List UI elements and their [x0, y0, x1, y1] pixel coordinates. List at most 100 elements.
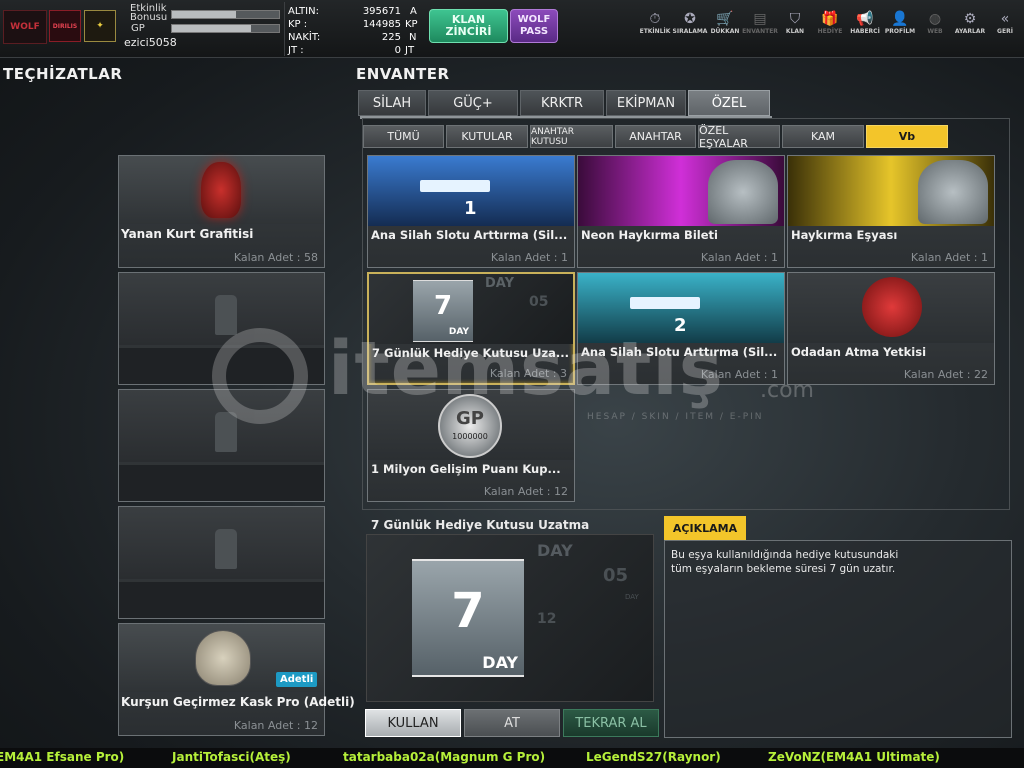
- thumb-day-label: DAY: [485, 276, 515, 291]
- inventory-item[interactable]: 1 Ana Silah Slotu Arttırma (Sil... Kalan A…: [367, 155, 575, 268]
- nav-icon: ◍: [928, 11, 942, 27]
- inventory-item[interactable]: 2 Ana Silah Slotu Arttırma (Sil... Kalan A…: [577, 272, 785, 385]
- klan-zinciri-button[interactable]: KLAN ZİNCİRİ: [429, 9, 508, 43]
- nav-item-6[interactable]: 🎁 HEDİYE: [812, 10, 848, 42]
- gold-unit: A: [410, 6, 417, 17]
- equipment-slot[interactable]: [118, 389, 325, 502]
- gp-coin-icon: GP 1000000: [438, 394, 502, 458]
- inventory-item[interactable]: Neon Haykırma Bileti Kalan Adet : 1: [577, 155, 785, 268]
- nav-item-4[interactable]: ▤ ENVANTER: [742, 10, 778, 42]
- slot-image: Adetli: [119, 624, 324, 692]
- subtab-2[interactable]: KUTULAR: [446, 125, 528, 148]
- spray-can-icon: [215, 295, 237, 335]
- nav-item-7[interactable]: 📢 HABERCİ: [847, 10, 883, 42]
- nav-item-2[interactable]: ✪ SIRALAMA: [672, 10, 708, 42]
- item-name: 7 Günlük Hediye Kutusu Uza...: [372, 346, 570, 360]
- nav-label: HEDİYE: [817, 28, 843, 35]
- nav-item-10[interactable]: ⚙ AYARLAR: [952, 10, 988, 42]
- preview-day-card: 7 DAY: [412, 559, 524, 677]
- nav-label: KLAN: [785, 28, 805, 35]
- soldier-icon: [708, 160, 778, 224]
- slot-name: Kurşun Geçirmez Kask Pro (Adetli): [121, 695, 355, 709]
- item-quantity: Kalan Adet : 12: [483, 485, 568, 498]
- rifle-icon: [420, 180, 490, 192]
- tab-4[interactable]: EKİPMAN: [606, 90, 686, 116]
- item-name: Haykırma Eşyası: [791, 228, 898, 242]
- item-name: 1 Milyon Gelişim Puanı Kup...: [371, 462, 561, 476]
- description-text-1: Bu eşya kullanıldığında hediye kutusunda…: [671, 549, 899, 561]
- slot-image: [119, 390, 324, 462]
- item-quantity: Kalan Adet : 3: [489, 367, 567, 380]
- tab-5[interactable]: ÖZEL: [688, 90, 770, 116]
- nav-icon: 📢: [856, 11, 874, 27]
- preview-bg-05: 05: [603, 565, 629, 586]
- item-quantity: Kalan Adet : 1: [700, 368, 778, 381]
- equipment-slot[interactable]: Adetli Kurşun Geçirmez Kask Pro (Adetli) K…: [118, 623, 355, 736]
- thumb-sub: DAY: [448, 327, 469, 337]
- nav-item-8[interactable]: 👤 PROFİLM: [882, 10, 918, 42]
- clan-emblem[interactable]: DIRILIS: [49, 10, 81, 42]
- wolf-pass-button[interactable]: WOLF PASS: [510, 9, 558, 43]
- equipment-slot[interactable]: [118, 506, 325, 619]
- rebuy-button[interactable]: TEKRAR AL: [563, 709, 659, 737]
- item-name: Ana Silah Slotu Arttırma (Sil...: [581, 345, 778, 359]
- weapon-slot-icon: 2: [578, 273, 784, 343]
- nav-label: GERİ: [997, 28, 1013, 35]
- inventory-item[interactable]: DAY 05 7 DAY 7 Günlük Hediye Kutusu Uza... Ka…: [367, 272, 575, 385]
- subtab-1[interactable]: TÜMÜ: [363, 125, 444, 148]
- use-button[interactable]: KULLAN: [365, 709, 461, 737]
- nav-icon: ⛉: [789, 11, 801, 27]
- equipment-slot[interactable]: Yanan Kurt Grafitisi Kalan Adet : 58: [118, 155, 325, 268]
- detail-title: 7 Günlük Hediye Kutusu Uzatma: [371, 518, 590, 532]
- description-header: AÇIKLAMA: [664, 516, 746, 540]
- inventory-item[interactable]: Haykırma Eşyası Kalan Adet : 1: [787, 155, 995, 268]
- slot-footer: [119, 582, 324, 618]
- subtab-5[interactable]: ÖZEL EŞYALAR: [698, 124, 780, 150]
- gold-value: 395671: [362, 6, 401, 17]
- count-tag: Adetli: [276, 672, 318, 687]
- slot-quantity: Kalan Adet : 12: [233, 719, 318, 732]
- soldier-icon: [918, 160, 988, 224]
- nav-item-5[interactable]: ⛉ KLAN: [777, 10, 813, 42]
- subtab-3[interactable]: ANAHTAR KUTUSU: [530, 125, 613, 148]
- subtab-7[interactable]: Vb: [866, 125, 948, 148]
- nav-icon: ✪: [684, 11, 696, 27]
- detail-preview: DAY 05 DAY 12 7 DAY: [366, 534, 654, 702]
- coin-value-label: 1000000: [452, 432, 488, 441]
- tab-2[interactable]: GÜÇ+: [428, 90, 518, 116]
- nav-label: HABERCİ: [850, 28, 880, 35]
- rank-insignia-icon: ✦: [84, 10, 116, 42]
- gold-label: ALTIN:: [288, 6, 319, 17]
- currency-panel: ALTIN: 395671 A KP : 144985 KP NAKİT: 22…: [284, 2, 424, 56]
- gp-bar: [171, 24, 280, 33]
- nav-item-1[interactable]: ⏱ ETKİNLİK: [637, 10, 673, 42]
- inventory-item[interactable]: Odadan Atma Yetkisi Kalan Adet : 22: [787, 272, 995, 385]
- nav-icon: ▤: [753, 11, 767, 27]
- nav-label: DÜKKAN: [710, 28, 740, 35]
- preview-bg-day: DAY: [537, 541, 573, 560]
- tab-3[interactable]: KRKTR: [520, 90, 604, 116]
- description-text-2: tüm eşyaların bekleme süresi 7 gün uzatı…: [671, 563, 896, 575]
- subtab-4[interactable]: ANAHTAR: [615, 125, 696, 148]
- kp-value: 144985: [362, 19, 401, 30]
- subtab-6[interactable]: KAM: [782, 125, 864, 148]
- jt-unit: JT: [405, 45, 415, 56]
- slot-footer: [119, 348, 324, 384]
- event-bonus-bar: [171, 10, 280, 19]
- preview-bg-day-small: DAY: [625, 593, 639, 601]
- nav-item-9[interactable]: ◍ WEB: [917, 10, 953, 42]
- inventory-item[interactable]: GP 1000000 1 Milyon Gelişim Puanı Kup... Ka…: [367, 389, 575, 502]
- nav-item-11[interactable]: «GERİ: [987, 10, 1023, 42]
- slot-number: 2: [674, 315, 687, 336]
- equipment-slot[interactable]: [118, 272, 325, 385]
- item-name: Neon Haykırma Bileti: [581, 228, 718, 242]
- tab-1[interactable]: SİLAH: [358, 90, 426, 116]
- throw-button[interactable]: AT: [464, 709, 560, 737]
- nav-item-3[interactable]: 🛒 DÜKKAN: [707, 10, 743, 42]
- nav-icon: ⚙: [963, 11, 977, 27]
- nav-label: WEB: [927, 28, 943, 35]
- equipment-title: TEÇHİZATLAR: [3, 65, 123, 83]
- nav-label: ENVANTER: [742, 28, 778, 35]
- gp-label: GP: [131, 23, 145, 34]
- nav-icon: ⏱: [649, 11, 661, 27]
